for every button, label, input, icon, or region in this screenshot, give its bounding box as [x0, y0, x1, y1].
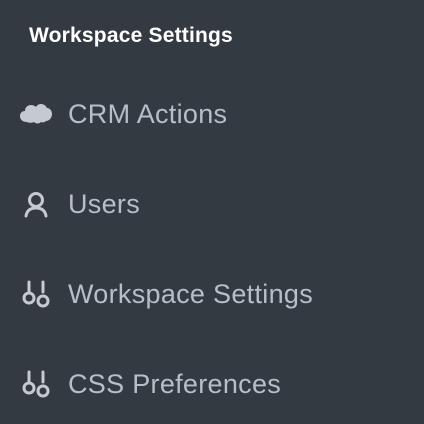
sliders-icon	[18, 276, 54, 312]
settings-sidebar: Workspace Settings CRM Actions Users Wor…	[0, 0, 424, 424]
section-title: Workspace Settings	[29, 24, 233, 47]
sliders-icon	[18, 366, 54, 402]
nav-item-css-preferences[interactable]: CSS Preferences	[0, 340, 424, 424]
cloud-icon	[18, 96, 54, 132]
nav-item-label: CSS Preferences	[68, 368, 282, 399]
nav-item-crm-actions[interactable]: CRM Actions	[0, 70, 424, 158]
nav-item-users[interactable]: Users	[0, 160, 424, 248]
nav-item-label: Users	[68, 188, 141, 219]
user-icon	[18, 186, 54, 222]
nav-item-label: Workspace Settings	[68, 278, 314, 309]
nav-item-label: CRM Actions	[68, 98, 228, 129]
nav-item-workspace-settings[interactable]: Workspace Settings	[0, 250, 424, 338]
